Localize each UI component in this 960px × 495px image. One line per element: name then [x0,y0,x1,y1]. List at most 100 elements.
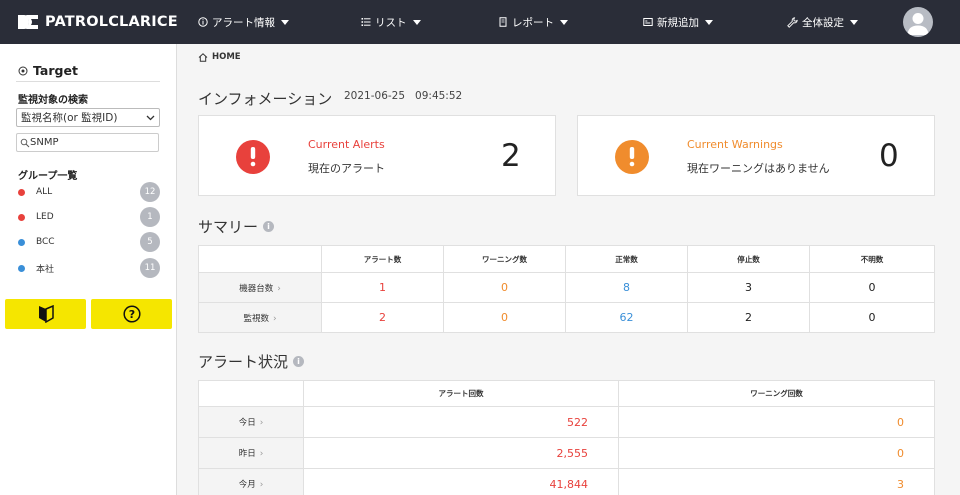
alert-status-table: アラート回数 ワーニング回数 今日 › 522 0 昨日 › 2,555 0 今月 ›… [198,380,935,495]
group-name: BCC [36,237,55,247]
info-datetime: 2021-06-25 09:45:52 [344,90,462,102]
cell-value[interactable]: 3 [687,272,810,303]
brand-name: PATROLCLARICE [45,14,178,30]
row-label: 昨日 [238,449,256,459]
alert-count[interactable]: 522 [303,406,619,438]
wrench-icon [787,16,798,28]
cell-value[interactable]: 0 [809,302,935,333]
summary-title: サマリー [198,218,259,236]
alert-count[interactable]: 41,844 [303,468,619,495]
cell-value[interactable]: 0 [809,272,935,303]
target-icon [18,66,28,75]
cell-value[interactable]: 62 [565,302,688,333]
table-row: 今月 › 41,844 3 [198,468,935,495]
nav-global-settings-label: 全体設定 [802,16,844,29]
search-label: 監視対象の検索 [18,95,88,106]
chevron-right-icon: › [259,449,264,459]
row-header-link[interactable]: 監視数 › [198,302,322,333]
alert-status-title: アラート状況 [198,353,289,371]
column-header: 停止数 [687,245,810,273]
row-label: 今月 [238,480,256,490]
breadcrumb[interactable]: HOME [198,52,241,62]
cell-value[interactable]: 0 [443,302,566,333]
user-avatar[interactable] [903,7,933,37]
summary-heading: サマリー i [198,216,275,237]
search-icon [20,138,30,147]
row-header-link[interactable]: 今日 › [198,406,304,438]
column-header: ワーニング回数 [618,380,935,407]
warning-exclamation-icon [615,140,649,174]
status-dot [18,238,25,246]
sidebar: Target 監視対象の検索 監視名称(or 監視ID) SNMP グループ一覧… [0,44,177,495]
help-button[interactable]: ? [91,299,172,329]
caret-down-icon [281,19,289,25]
column-header: 不明数 [809,245,935,273]
nav-global-settings[interactable]: 全体設定 [787,14,858,30]
warning-count[interactable]: 3 [618,468,935,495]
manual-button[interactable] [5,299,86,329]
info-icon[interactable]: i [263,221,275,232]
cell-value[interactable]: 1 [321,272,444,303]
column-header: ワーニング数 [443,245,566,273]
breadcrumb-home: HOME [212,52,241,62]
nav-add-new[interactable]: 新規追加 [643,14,713,30]
column-header: アラート数 [321,245,444,273]
group-name: LED [36,212,54,222]
target-search-value: SNMP [30,137,59,148]
alert-count[interactable]: 2,555 [303,437,619,469]
report-icon [499,17,507,27]
caret-down-icon [705,19,713,25]
row-header-link[interactable]: 機器台数 › [198,272,322,303]
current-warnings-card[interactable]: Current Warnings 現在ワーニングはありません 0 [577,115,935,196]
group-name: ALL [36,187,53,197]
group-name: 本社 [36,264,55,275]
target-search-input[interactable]: SNMP [16,133,159,152]
search-type-select[interactable]: 監視名称(or 監視ID) [16,108,160,127]
row-label: 監視数 [243,313,269,324]
nav-list[interactable]: リスト [361,14,421,30]
cell-value[interactable]: 2 [687,302,810,333]
group-item-led[interactable]: LED 1 [18,207,160,227]
group-item-honsha[interactable]: 本社 11 [18,258,160,278]
cell-value[interactable]: 0 [443,272,566,303]
row-header-link[interactable]: 昨日 › [198,437,304,469]
caret-down-icon [412,19,421,25]
row-header-link[interactable]: 今月 › [198,468,304,495]
row-label: 機器台数 [239,283,274,294]
nav-alert-info[interactable]: アラート情報 [198,14,289,30]
info-icon[interactable]: i [293,356,305,367]
current-alerts-sub: 現在のアラート [308,162,385,175]
row-label: 今日 [238,418,256,428]
info-time: 09:45:52 [415,90,463,102]
status-dot [18,213,25,221]
caret-down-icon [560,19,568,25]
chevron-down-icon [146,115,155,120]
caret-down-icon [850,19,858,25]
table-row: 監視数 › 2 0 62 2 0 [198,302,935,333]
warning-count[interactable]: 0 [618,406,935,438]
nav-report[interactable]: レポート [498,14,568,30]
alert-status-header-row: アラート回数 ワーニング回数 [198,380,935,407]
group-item-all[interactable]: ALL 12 [18,182,160,202]
nav-list-label: リスト [375,16,407,29]
warning-count[interactable]: 0 [618,437,935,469]
chevron-right-icon: › [272,313,277,324]
current-alerts-title: Current Alerts [308,138,385,151]
table-row: 機器台数 › 1 0 8 3 0 [198,272,935,303]
search-type-value: 監視名称(or 監視ID) [21,112,118,124]
group-item-bcc[interactable]: BCC 5 [18,232,160,252]
list-icon [361,18,371,26]
current-alerts-card[interactable]: Current Alerts 現在のアラート 2 [198,115,556,196]
status-dot [18,264,25,272]
group-count-badge: 1 [140,207,160,227]
user-icon [907,13,929,35]
cell-value[interactable]: 2 [321,302,444,333]
sidebar-title: Target [18,63,78,78]
brand-logo[interactable]: PATROLCLARICE [17,13,178,31]
alert-status-corner [198,380,304,407]
nav-add-new-label: 新規追加 [657,16,699,29]
cell-value[interactable]: 8 [565,272,688,303]
info-date: 2021-06-25 [344,90,406,102]
home-icon [198,52,208,62]
sidebar-title-text: Target [33,63,78,78]
